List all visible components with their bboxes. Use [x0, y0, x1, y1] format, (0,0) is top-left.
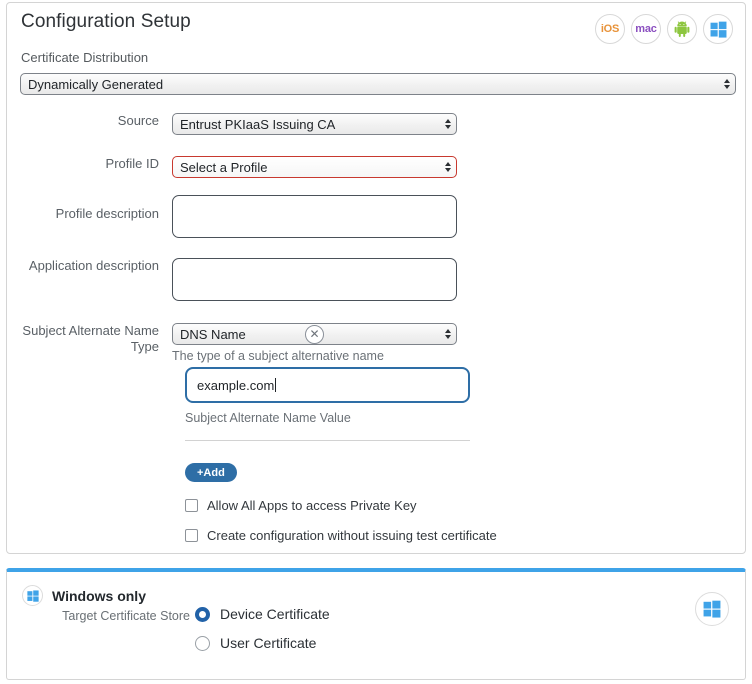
allow-all-apps-label: Allow All Apps to access Private Key — [207, 498, 417, 513]
android-platform-icon[interactable] — [667, 14, 697, 44]
windows-platform-icon[interactable] — [703, 14, 733, 44]
android-robot-icon — [674, 21, 690, 38]
windows-platform-badge[interactable] — [695, 592, 729, 626]
source-select[interactable]: Entrust PKIaaS Issuing CA — [172, 113, 457, 135]
san-value-group: example.com Subject Alternate Name Value… — [185, 367, 470, 482]
profile-id-select[interactable]: Select a Profile — [172, 156, 457, 178]
ios-platform-label: iOS — [601, 23, 619, 35]
profile-description-input[interactable] — [172, 195, 457, 238]
allow-all-apps-checkbox[interactable] — [185, 499, 198, 512]
user-certificate-radio[interactable] — [195, 636, 210, 651]
san-value-input[interactable]: example.com — [185, 367, 470, 403]
profile-description-label: Profile description — [7, 195, 172, 238]
application-description-label: Application description — [7, 258, 172, 301]
remove-san-icon[interactable]: ✕ — [305, 325, 324, 344]
user-certificate-label: User Certificate — [220, 635, 316, 651]
source-row: Source Entrust PKIaaS Issuing CA — [7, 113, 457, 135]
ios-platform-icon[interactable]: iOS — [595, 14, 625, 44]
section-divider — [185, 440, 470, 441]
select-stepper-icon — [445, 329, 451, 339]
create-without-test-cert-checkbox-row[interactable]: Create configuration without issuing tes… — [185, 528, 497, 543]
certificate-distribution-label: Certificate Distribution — [21, 50, 148, 65]
san-value-text: example.com — [197, 378, 274, 393]
windows-logo-icon — [710, 21, 727, 38]
san-type-helper-text: The type of a subject alternative name — [172, 349, 457, 363]
application-description-label-text: Application description — [29, 258, 159, 273]
configuration-setup-page: Configuration Setup iOS mac — [0, 0, 752, 684]
san-type-value: DNS Name — [180, 327, 246, 342]
page-title: Configuration Setup — [21, 11, 191, 33]
select-stepper-icon — [724, 79, 730, 89]
text-caret — [275, 378, 276, 392]
profile-id-value: Select a Profile — [180, 160, 267, 175]
windows-only-header: Windows only — [22, 585, 146, 606]
windows-section-icon — [22, 585, 43, 606]
target-certificate-store-radio-group: Device Certificate User Certificate — [195, 606, 330, 664]
allow-all-apps-checkbox-row[interactable]: Allow All Apps to access Private Key — [185, 498, 417, 513]
profile-description-row: Profile description — [7, 195, 457, 238]
main-configuration-card: Configuration Setup iOS mac — [6, 2, 746, 554]
profile-id-label: Profile ID — [7, 156, 172, 178]
san-type-row: Subject Alternate Name Type DNS Name The… — [7, 323, 457, 363]
user-certificate-option[interactable]: User Certificate — [195, 635, 330, 651]
platform-badge-group: iOS mac — [595, 14, 733, 44]
windows-only-panel: Windows only — [6, 568, 746, 680]
create-without-test-cert-label: Create configuration without issuing tes… — [207, 528, 497, 543]
target-certificate-store-label: Target Certificate Store — [30, 609, 190, 623]
windows-logo-icon — [703, 600, 721, 618]
certificate-distribution-value: Dynamically Generated — [28, 77, 163, 92]
mac-platform-icon[interactable]: mac — [631, 14, 661, 44]
certificate-distribution-select[interactable]: Dynamically Generated — [20, 73, 736, 95]
application-description-row: Application description — [7, 258, 457, 301]
create-without-test-cert-checkbox[interactable] — [185, 529, 198, 542]
source-label: Source — [7, 113, 172, 135]
device-certificate-radio[interactable] — [195, 607, 210, 622]
san-value-helper-text: Subject Alternate Name Value — [185, 411, 470, 425]
select-stepper-icon — [445, 162, 451, 172]
source-value: Entrust PKIaaS Issuing CA — [180, 117, 335, 132]
san-type-label: Subject Alternate Name Type — [7, 323, 172, 363]
mac-platform-label: mac — [635, 23, 656, 35]
device-certificate-label: Device Certificate — [220, 606, 330, 622]
application-description-input[interactable] — [172, 258, 457, 301]
add-san-button[interactable]: +Add — [185, 463, 237, 482]
windows-logo-icon — [27, 590, 39, 602]
profile-id-row: Profile ID Select a Profile — [7, 156, 457, 178]
device-certificate-option[interactable]: Device Certificate — [195, 606, 330, 622]
windows-only-title: Windows only — [52, 588, 146, 604]
select-stepper-icon — [445, 119, 451, 129]
